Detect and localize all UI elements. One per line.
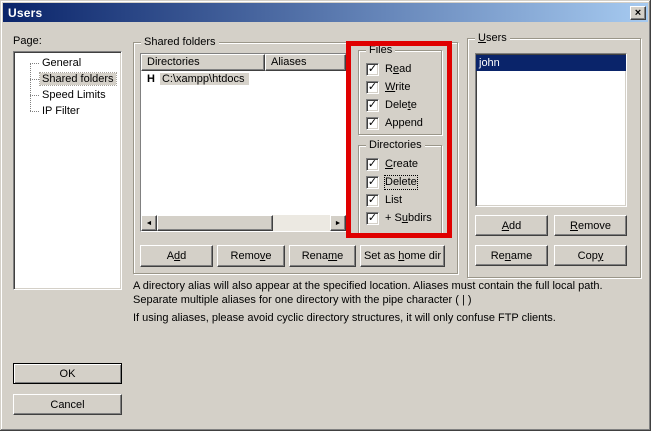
page-item-speed-limits[interactable]: Speed Limits — [14, 87, 121, 103]
ok-button[interactable]: OK — [13, 363, 122, 384]
checkbox-row-write[interactable]: ✓ Write — [366, 81, 441, 94]
close-icon: × — [635, 8, 641, 18]
directories-list: Directories Aliases H C:\xampp\htdocs ◄ ► — [140, 53, 347, 232]
folder-remove-label: Remove — [231, 250, 272, 262]
list-label[interactable]: List — [385, 194, 402, 207]
files-group-title: Files — [366, 44, 395, 56]
list-checkbox[interactable]: ✓ — [366, 194, 379, 207]
checkbox-row-list[interactable]: ✓ List — [366, 194, 441, 207]
write-checkbox[interactable]: ✓ — [366, 81, 379, 94]
checkbox-row-subdirs[interactable]: ✓ + Subdirs — [366, 212, 441, 225]
scroll-left-icon: ◄ — [146, 220, 153, 227]
user-add-label: Add — [502, 220, 522, 232]
user-copy-label: Copy — [578, 250, 604, 262]
shared-folders-group-title: Shared folders — [141, 36, 219, 48]
users-list: john — [475, 53, 627, 207]
folder-add-button[interactable]: Add — [140, 245, 213, 267]
create-checkbox[interactable]: ✓ — [366, 158, 379, 171]
page-list: General Shared folders Speed Limits IP F… — [13, 51, 122, 290]
scrollbar-thumb[interactable] — [157, 215, 273, 231]
page-label: Page: — [13, 35, 42, 47]
set-as-home-dir-button[interactable]: Set as home dir — [360, 245, 445, 267]
users-group-title: Users — [475, 32, 510, 44]
cancel-label: Cancel — [50, 399, 84, 411]
checkbox-row-delete-files[interactable]: ✓ Delete — [366, 99, 441, 112]
column-header-aliases[interactable]: Aliases — [265, 54, 346, 71]
directory-row[interactable]: H C:\xampp\htdocs — [141, 71, 346, 87]
read-label[interactable]: Read — [385, 63, 411, 76]
directories-list-header: Directories Aliases — [141, 54, 346, 71]
alias-notes: A directory alias will also appear at th… — [133, 279, 641, 325]
horizontal-scrollbar[interactable]: ◄ ► — [141, 215, 346, 231]
user-copy-button[interactable]: Copy — [554, 245, 627, 266]
alias-note-2: If using aliases, please avoid cyclic di… — [133, 311, 641, 325]
directories-permissions-group: Directories ✓ Create ✓ Delete ✓ List ✓ +… — [358, 145, 442, 235]
files-permissions-group: Files ✓ Read ✓ Write ✓ Delete ✓ Append — [358, 50, 442, 135]
page-item-ip-filter[interactable]: IP Filter — [14, 103, 121, 119]
set-as-home-dir-label: Set as home dir — [364, 250, 441, 262]
append-checkbox[interactable]: ✓ — [366, 117, 379, 130]
page-item-label: Speed Limits — [40, 89, 108, 101]
close-button[interactable]: × — [630, 6, 646, 20]
delete-files-checkbox[interactable]: ✓ — [366, 99, 379, 112]
folder-add-label: Add — [167, 250, 187, 262]
page-item-general[interactable]: General — [14, 55, 121, 71]
checkbox-row-read[interactable]: ✓ Read — [366, 63, 441, 76]
append-label[interactable]: Append — [385, 117, 423, 130]
titlebar[interactable]: Users — [3, 3, 648, 22]
window-title: Users — [8, 6, 42, 20]
scrollbar-track[interactable] — [273, 215, 330, 231]
scroll-right-button[interactable]: ► — [330, 215, 346, 231]
check-icon: ✓ — [368, 82, 377, 93]
page-item-label: Shared folders — [40, 73, 116, 85]
checkbox-row-delete-dirs[interactable]: ✓ Delete — [366, 176, 441, 189]
column-header-directories[interactable]: Directories — [141, 54, 265, 71]
home-flag: H — [147, 73, 155, 85]
folder-rename-button[interactable]: Rename — [289, 245, 356, 267]
user-remove-label: Remove — [570, 220, 611, 232]
users-dialog: Users × Page: General Shared folders Spe… — [0, 0, 651, 431]
page-item-label: IP Filter — [40, 105, 82, 117]
user-add-button[interactable]: Add — [475, 215, 548, 236]
check-icon: ✓ — [368, 177, 377, 188]
directory-path: C:\xampp\htdocs — [160, 73, 249, 85]
checkbox-row-create[interactable]: ✓ Create — [366, 158, 441, 171]
user-item-john[interactable]: john — [476, 55, 626, 71]
scroll-left-button[interactable]: ◄ — [141, 215, 157, 231]
page-item-shared-folders[interactable]: Shared folders — [14, 71, 121, 87]
check-icon: ✓ — [368, 100, 377, 111]
folder-rename-label: Rename — [302, 250, 344, 262]
check-icon: ✓ — [368, 159, 377, 170]
page-item-label: General — [40, 57, 83, 69]
check-icon: ✓ — [368, 213, 377, 224]
delete-dirs-label[interactable]: Delete — [385, 176, 417, 189]
subdirs-label[interactable]: + Subdirs — [385, 212, 432, 225]
directories-list-body: H C:\xampp\htdocs — [141, 71, 346, 215]
scroll-right-icon: ► — [335, 220, 342, 227]
cancel-button[interactable]: Cancel — [13, 394, 122, 415]
ok-label: OK — [60, 368, 76, 380]
user-rename-label: Rename — [491, 250, 533, 262]
checkbox-row-append[interactable]: ✓ Append — [366, 117, 441, 130]
user-rename-button[interactable]: Rename — [475, 245, 548, 266]
delete-files-label[interactable]: Delete — [385, 99, 417, 112]
directories-group-title: Directories — [366, 139, 425, 151]
check-icon: ✓ — [368, 195, 377, 206]
create-label[interactable]: Create — [385, 158, 418, 171]
alias-note-1: A directory alias will also appear at th… — [133, 279, 641, 307]
write-label[interactable]: Write — [385, 81, 410, 94]
folder-remove-button[interactable]: Remove — [217, 245, 285, 267]
read-checkbox[interactable]: ✓ — [366, 63, 379, 76]
delete-dirs-checkbox[interactable]: ✓ — [366, 176, 379, 189]
check-icon: ✓ — [368, 64, 377, 75]
user-remove-button[interactable]: Remove — [554, 215, 627, 236]
check-icon: ✓ — [368, 118, 377, 129]
subdirs-checkbox[interactable]: ✓ — [366, 212, 379, 225]
